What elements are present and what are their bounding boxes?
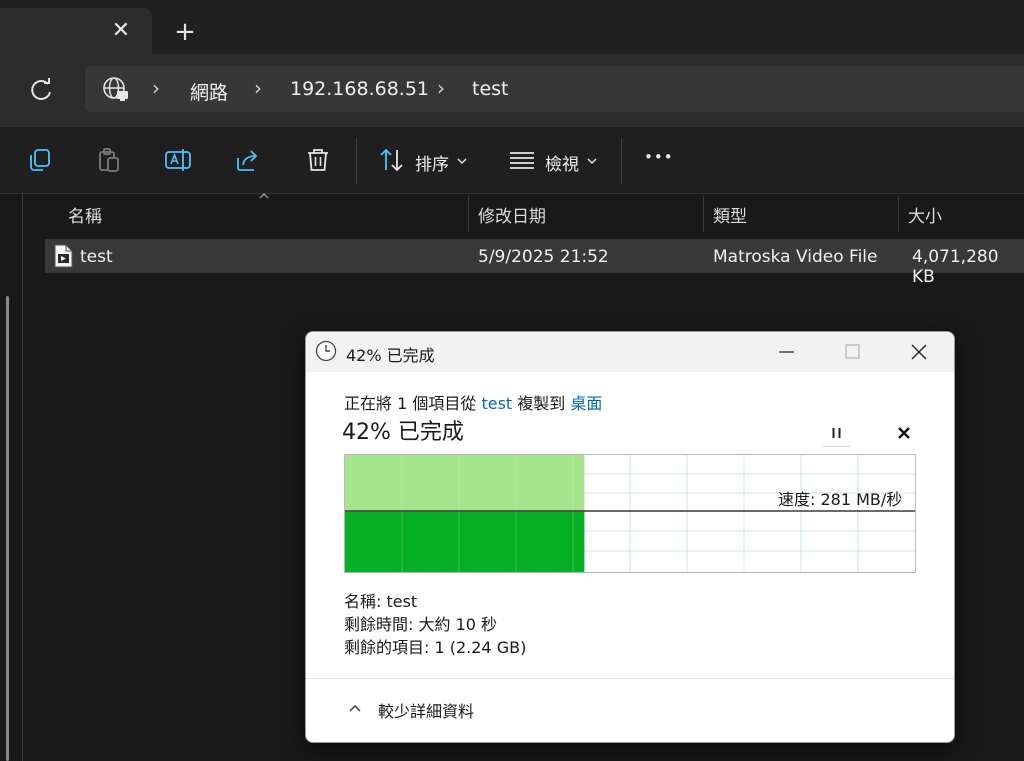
view-icon[interactable] — [508, 146, 536, 174]
sort-icon[interactable] — [378, 146, 406, 174]
maximize-icon[interactable] — [832, 338, 872, 366]
close-icon[interactable] — [899, 338, 939, 366]
dialog-title: 42% 已完成 — [346, 346, 435, 365]
share-icon[interactable] — [234, 146, 262, 174]
file-modified: 5/9/2025 21:52 — [478, 247, 609, 267]
network-globe-icon — [103, 77, 128, 101]
toolbar-divider — [621, 138, 622, 184]
column-divider[interactable] — [898, 196, 899, 232]
speed-label: 速度: 281 MB/秒 — [778, 490, 903, 509]
breadcrumb-network[interactable]: 網路 — [190, 78, 228, 105]
new-tab-button[interactable]: + — [170, 18, 200, 46]
percent-complete: 42% 已完成 — [342, 420, 464, 445]
copy-progress-dialog: 42% 已完成 正在將 1 個項目從 test 複製到 桌面 42% 已完成 速… — [305, 331, 955, 743]
fewer-details-button[interactable]: 較少詳細資料 — [378, 698, 474, 722]
chevron-up-icon[interactable] — [348, 702, 362, 714]
cancel-copy-icon[interactable] — [890, 420, 918, 446]
tab-bar — [0, 0, 1024, 54]
breadcrumb-folder[interactable]: test — [472, 78, 509, 100]
more-options-button[interactable]: ••• — [644, 148, 674, 166]
clock-icon — [315, 340, 337, 362]
delete-icon[interactable] — [304, 146, 332, 174]
minimize-icon[interactable] — [766, 338, 806, 366]
progress-fill — [345, 512, 585, 572]
copy-icon[interactable] — [26, 146, 54, 174]
column-header-type[interactable]: 類型 — [713, 202, 747, 227]
breadcrumb-separator: › — [437, 76, 445, 100]
breadcrumb-separator: › — [152, 76, 160, 100]
sort-button[interactable]: 排序 — [415, 150, 449, 175]
progress-fill-light — [345, 455, 585, 512]
time-remaining: 剩餘時間: 大約 10 秒 — [344, 615, 498, 634]
video-file-icon — [54, 244, 73, 268]
column-header-size[interactable]: 大小 — [908, 202, 942, 227]
file-type: Matroska Video File — [713, 247, 878, 267]
chevron-down-icon — [457, 158, 467, 164]
sort-ascending-icon — [259, 193, 269, 199]
copy-description: 正在將 1 個項目從 test 複製到 桌面 — [344, 394, 603, 413]
column-divider[interactable] — [468, 196, 469, 232]
source-link[interactable]: test — [481, 394, 512, 413]
rename-icon[interactable] — [164, 146, 192, 174]
column-divider[interactable] — [703, 196, 704, 232]
transfer-speed-graph — [344, 454, 916, 573]
nav-pane-divider — [22, 192, 23, 761]
paste-icon[interactable] — [95, 146, 123, 174]
nav-pane-scrollbar[interactable] — [6, 296, 9, 761]
breadcrumb-host[interactable]: 192.168.68.51 — [290, 78, 429, 100]
chevron-down-icon — [587, 158, 597, 164]
column-header-name[interactable]: 名稱 — [68, 202, 102, 227]
refresh-icon[interactable] — [26, 76, 56, 104]
view-button[interactable]: 檢視 — [545, 150, 579, 175]
column-header-modified[interactable]: 修改日期 — [478, 202, 546, 227]
breadcrumb-separator: › — [254, 76, 262, 100]
pause-icon[interactable] — [823, 420, 851, 447]
dialog-footer-divider — [306, 678, 954, 679]
items-remaining: 剩餘的項目: 1 (2.24 GB) — [344, 638, 527, 657]
file-name[interactable]: test — [80, 247, 113, 267]
destination-link[interactable]: 桌面 — [570, 394, 602, 413]
toolbar-divider — [356, 138, 357, 184]
item-name: 名稱: test — [344, 592, 418, 611]
file-size: 4,071,280 KB — [912, 247, 999, 287]
tab-close-icon[interactable]: ✕ — [108, 18, 134, 44]
